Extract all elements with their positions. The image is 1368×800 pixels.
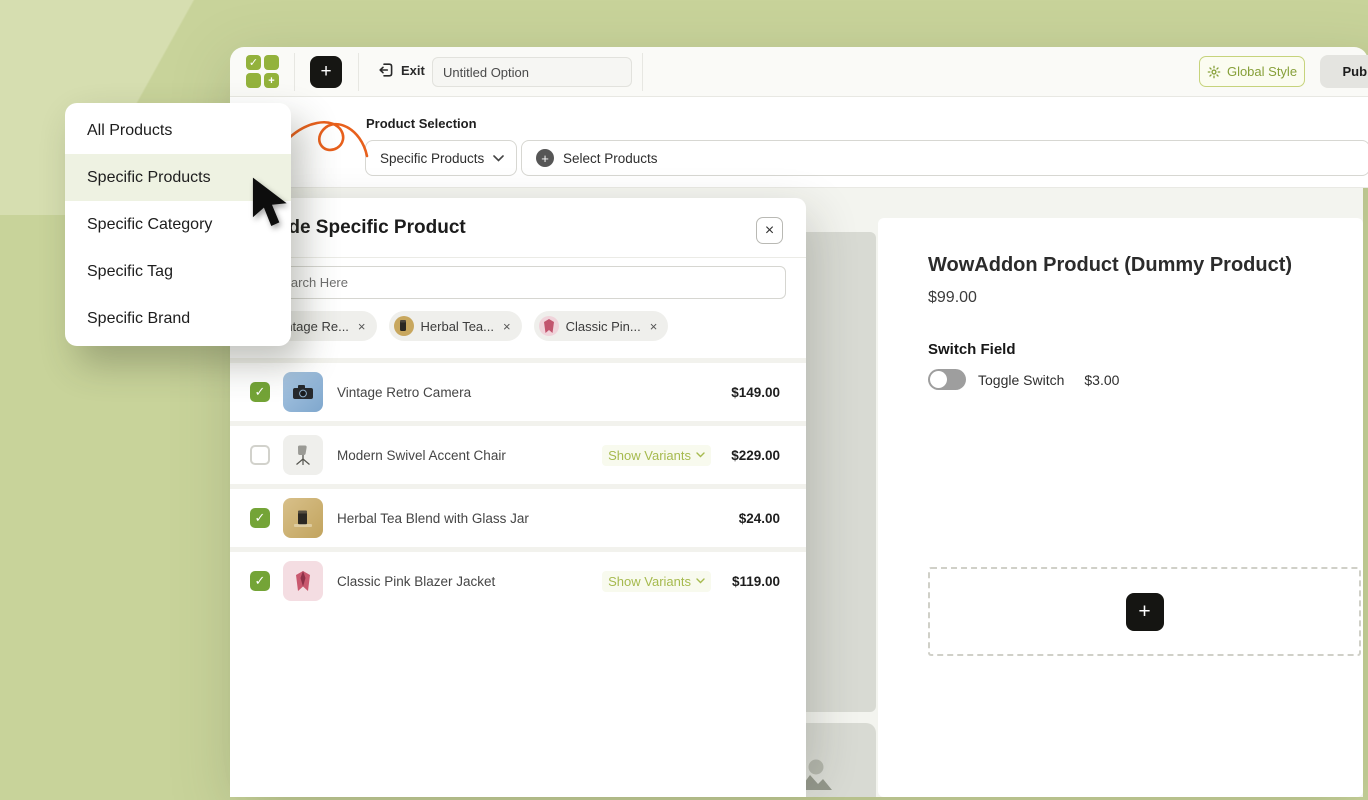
- product-selection-label: Product Selection: [366, 116, 477, 131]
- page: ✓ + + Exit: [0, 0, 1368, 800]
- show-variants-label: Show Variants: [608, 448, 691, 463]
- chevron-down-icon: [696, 578, 705, 584]
- select-products-button[interactable]: + Select Products: [521, 140, 1368, 176]
- toggle-switch[interactable]: [928, 369, 966, 390]
- top-toolbar: ✓ + + Exit: [230, 47, 1368, 97]
- chevron-down-icon: [493, 155, 504, 162]
- product-thumbnail: [283, 372, 323, 412]
- toggle-knob: [930, 371, 947, 388]
- plus-circle-icon: +: [536, 149, 554, 167]
- checkbox-checked[interactable]: [250, 382, 270, 402]
- product-row: Herbal Tea Blend with Glass Jar $24.00: [230, 484, 806, 547]
- chip-label: Classic Pin...: [566, 319, 641, 334]
- logo-plus-square: +: [264, 73, 279, 88]
- selected-product-chips: Vintage Re... × Herbal Tea... × Classic …: [242, 311, 668, 341]
- option-name-input[interactable]: [432, 57, 632, 87]
- product-name: Modern Swivel Accent Chair: [337, 448, 506, 463]
- product-thumbnail: [283, 498, 323, 538]
- modal-header: Include Specific Product ×: [230, 198, 806, 258]
- logo-check-square: ✓: [246, 55, 261, 70]
- toggle-switch-label: Toggle Switch: [978, 372, 1064, 388]
- add-field-dropzone: +: [928, 567, 1361, 656]
- product-price: $99.00: [928, 289, 1363, 307]
- product-name: Herbal Tea Blend with Glass Jar: [337, 511, 529, 526]
- product-price: $229.00: [725, 448, 780, 463]
- product-thumbnail: [283, 561, 323, 601]
- product-price: $149.00: [725, 385, 780, 400]
- show-variants-button[interactable]: Show Variants: [602, 445, 711, 466]
- product-list: Vintage Retro Camera $149.00 Modern Swiv…: [230, 358, 806, 610]
- chevron-down-icon: [696, 452, 705, 458]
- product-title: WowAddon Product (Dummy Product): [928, 254, 1363, 277]
- toggle-row: Toggle Switch $3.00: [928, 369, 1363, 390]
- include-specific-product-modal: Include Specific Product × Vintage Re...…: [230, 198, 806, 797]
- exit-icon: [378, 62, 394, 78]
- exit-label: Exit: [401, 63, 425, 78]
- toggle-switch-price: $3.00: [1084, 372, 1119, 388]
- product-name: Classic Pink Blazer Jacket: [337, 574, 495, 589]
- checkbox-checked[interactable]: [250, 571, 270, 591]
- toolbar-divider: [358, 53, 359, 91]
- logo-square: [264, 55, 279, 70]
- product-name: Vintage Retro Camera: [337, 385, 471, 400]
- add-field-button[interactable]: +: [1126, 593, 1164, 631]
- gear-icon: [1207, 65, 1221, 79]
- publish-button[interactable]: Publish: [1320, 55, 1368, 88]
- chip-classic-pink: Classic Pin... ×: [534, 311, 669, 341]
- global-style-button[interactable]: Global Style: [1199, 56, 1305, 87]
- checkbox-unchecked[interactable]: [250, 445, 270, 465]
- product-price: $119.00: [725, 574, 780, 589]
- app-window: ✓ + + Exit: [230, 47, 1368, 797]
- exit-button[interactable]: Exit: [378, 62, 425, 78]
- product-selection-dropdown[interactable]: Specific Products: [365, 140, 517, 176]
- menu-item-specific-tag[interactable]: Specific Tag: [65, 248, 291, 295]
- checkbox-checked[interactable]: [250, 508, 270, 528]
- switch-field-label: Switch Field: [928, 341, 1363, 358]
- menu-item-specific-products[interactable]: Specific Products: [65, 154, 291, 201]
- show-variants-button[interactable]: Show Variants: [602, 571, 711, 592]
- close-icon[interactable]: ×: [756, 217, 783, 244]
- menu-item-specific-brand[interactable]: Specific Brand: [65, 295, 291, 342]
- product-thumbnail: [283, 435, 323, 475]
- show-variants-label: Show Variants: [608, 574, 691, 589]
- add-option-button[interactable]: +: [310, 56, 342, 88]
- chip-remove-icon[interactable]: ×: [650, 319, 658, 334]
- logo-square: [246, 73, 261, 88]
- global-style-label: Global Style: [1227, 64, 1297, 79]
- product-row: Modern Swivel Accent Chair Show Variants…: [230, 421, 806, 484]
- search-input[interactable]: [250, 266, 786, 299]
- product-row: Vintage Retro Camera $149.00: [230, 358, 806, 421]
- product-type-menu: All Products Specific Products Specific …: [65, 103, 291, 346]
- select-products-label: Select Products: [563, 151, 658, 166]
- toolbar-divider: [642, 53, 643, 91]
- menu-item-all-products[interactable]: All Products: [65, 107, 291, 154]
- product-price: $24.00: [725, 511, 780, 526]
- menu-item-specific-category[interactable]: Specific Category: [65, 201, 291, 248]
- toolbar-divider: [294, 53, 295, 91]
- chip-herbal-tea: Herbal Tea... ×: [389, 311, 522, 341]
- product-row: Classic Pink Blazer Jacket Show Variants…: [230, 547, 806, 610]
- product-details-panel: WowAddon Product (Dummy Product) $99.00 …: [878, 218, 1363, 797]
- chip-remove-icon[interactable]: ×: [503, 319, 511, 334]
- chip-thumbnail: [539, 316, 559, 336]
- product-selection-dropdown-value: Specific Products: [380, 151, 484, 166]
- app-logo-icon: ✓ +: [246, 55, 280, 89]
- product-selection-section: Product Selection Specific Products + Se…: [230, 97, 1368, 188]
- chip-remove-icon[interactable]: ×: [358, 319, 366, 334]
- chip-label: Herbal Tea...: [421, 319, 494, 334]
- chip-thumbnail: [394, 316, 414, 336]
